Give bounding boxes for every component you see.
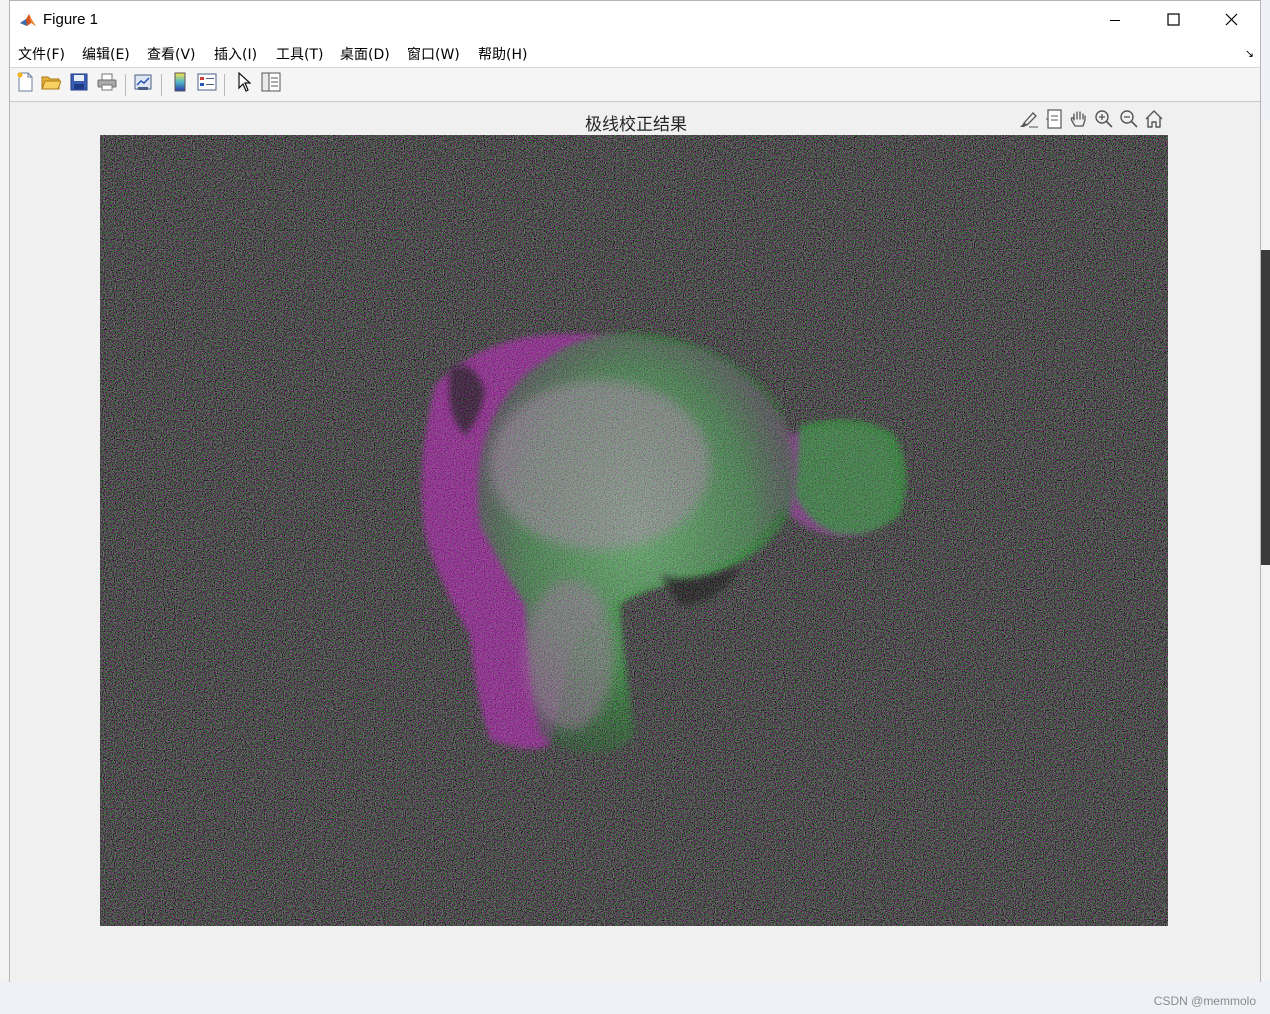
- pan-button[interactable]: [1068, 110, 1090, 132]
- close-icon: [1225, 11, 1238, 30]
- window-title: Figure 1: [43, 11, 99, 28]
- menu-insert[interactable]: 插入(I): [214, 44, 257, 64]
- data-tips-icon: [1045, 109, 1063, 133]
- save-icon: [70, 73, 88, 95]
- dock-arrow-icon[interactable]: ↘: [1245, 47, 1254, 60]
- colorbar-button[interactable]: [168, 72, 192, 96]
- maximize-icon: [1166, 11, 1180, 30]
- maximize-button[interactable]: [1144, 1, 1202, 39]
- minimize-button[interactable]: [1086, 1, 1144, 39]
- watermark-text: CSDN @memmolo: [1153, 994, 1256, 1008]
- new-figure-icon: [16, 72, 34, 96]
- toolbar-separator: [161, 74, 162, 96]
- toolbar-separator: [125, 74, 126, 96]
- menu-edit[interactable]: 编辑(E): [82, 44, 130, 64]
- open-file-icon: [41, 73, 62, 95]
- rectification-result-image: [100, 135, 1168, 926]
- menu-window[interactable]: 窗口(W): [407, 44, 460, 64]
- figure-toolbar: [10, 68, 1260, 102]
- legend-icon: [197, 73, 217, 95]
- figure-canvas: 极线校正结果: [10, 102, 1260, 982]
- anaglyph-image: [100, 135, 1168, 926]
- property-inspector-button[interactable]: [259, 72, 283, 96]
- toolbar-separator: [224, 74, 225, 96]
- new-figure-button[interactable]: [13, 72, 37, 96]
- brush-icon: [1019, 110, 1039, 132]
- menu-view[interactable]: 查看(V): [147, 44, 196, 64]
- data-tips-button[interactable]: [1043, 109, 1065, 133]
- menu-tools[interactable]: 工具(T): [276, 44, 323, 64]
- zoom-in-button[interactable]: [1093, 110, 1115, 132]
- background-scroll-region: [1261, 250, 1270, 565]
- legend-button[interactable]: [195, 72, 219, 96]
- zoom-in-icon: [1094, 109, 1114, 133]
- home-icon: [1144, 109, 1164, 133]
- background-taskbar: [0, 982, 1270, 1014]
- edit-plot-button[interactable]: [232, 71, 256, 96]
- home-button[interactable]: [1143, 110, 1165, 132]
- open-file-button[interactable]: [39, 72, 63, 96]
- close-button[interactable]: [1202, 1, 1260, 39]
- figure-window: Figure 1 文件(F) 编辑(E) 查看(V) 插入(I) 工具(T) 桌…: [9, 0, 1261, 982]
- minimize-icon: [1109, 11, 1121, 30]
- title-bar[interactable]: Figure 1: [10, 1, 1260, 39]
- zoom-out-icon: [1119, 109, 1139, 133]
- colorbar-icon: [174, 72, 186, 96]
- brush-button[interactable]: [1018, 110, 1040, 132]
- property-inspector-icon: [261, 72, 281, 96]
- menu-help[interactable]: 帮助(H): [478, 44, 527, 64]
- menu-bar: 文件(F) 编辑(E) 查看(V) 插入(I) 工具(T) 桌面(D) 窗口(W…: [10, 39, 1260, 68]
- menu-file[interactable]: 文件(F): [18, 44, 65, 64]
- edit-plot-icon: [237, 71, 252, 96]
- menu-desktop[interactable]: 桌面(D): [340, 44, 390, 64]
- print-icon: [97, 73, 117, 95]
- print-button[interactable]: [95, 72, 119, 96]
- matlab-logo-icon: [19, 11, 37, 29]
- link-plot-icon: [133, 72, 153, 96]
- link-plot-button[interactable]: [131, 72, 155, 96]
- zoom-out-button[interactable]: [1118, 110, 1140, 132]
- pan-icon: [1069, 109, 1089, 133]
- save-button[interactable]: [67, 72, 91, 96]
